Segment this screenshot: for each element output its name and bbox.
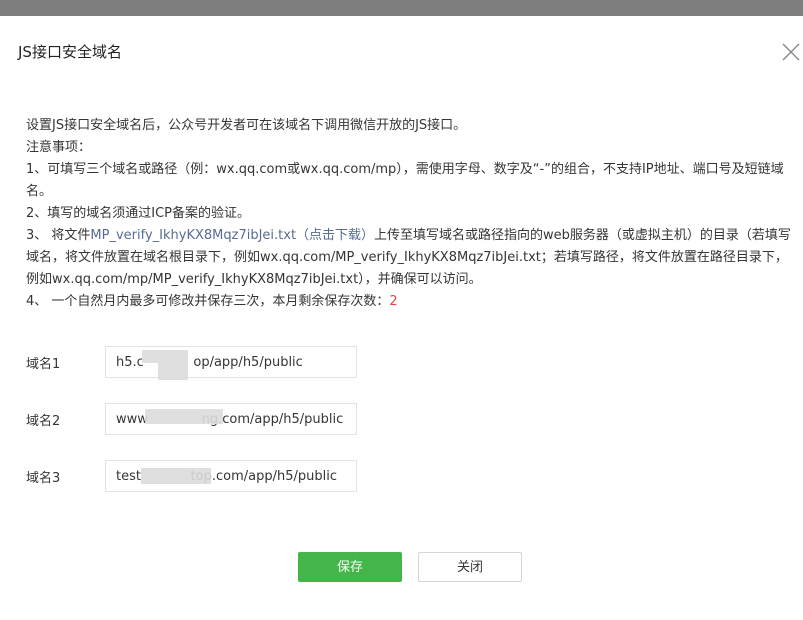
- notes-heading: 注意事项：: [26, 140, 92, 155]
- domain-row-1: 域名1: [26, 346, 366, 380]
- dialog-title: JS接口安全域名: [18, 43, 122, 61]
- redaction-mask: [141, 468, 211, 484]
- domain-input-2[interactable]: [105, 403, 357, 435]
- notes-item-3-prefix: 3、 将文件: [26, 228, 91, 243]
- notes-item-2: 2、填写的域名须通过ICP备案的验证。: [26, 206, 251, 221]
- domain-row-2: 域名2: [26, 403, 366, 435]
- page: JS接口安全域名 设置JS接口安全域名后，公众号开发者可在该域名下调用微信开放的…: [0, 0, 803, 620]
- close-button[interactable]: 关闭: [418, 552, 522, 582]
- notes-item-1: 1、可填写三个域名或路径（例：wx.qq.com或wx.qq.com/mp），需…: [26, 162, 784, 199]
- redaction-mask: [158, 362, 188, 380]
- domain-label-3: 域名3: [26, 471, 61, 486]
- close-icon[interactable]: [780, 41, 802, 63]
- notes-item-4: 4、 一个自然月内最多可修改并保存三次，本月剩余保存次数：2: [26, 291, 792, 313]
- domain-label-2: 域名2: [26, 414, 61, 429]
- notes-intro: 设置JS接口安全域名后，公众号开发者可在该域名下调用微信开放的JS接口。: [26, 118, 467, 133]
- domain-row-3: 域名3: [26, 460, 366, 492]
- remaining-save-count: 2: [389, 294, 398, 309]
- modal-backdrop: [0, 0, 803, 16]
- domain-label-1: 域名1: [26, 357, 61, 372]
- js-domain-dialog: JS接口安全域名 设置JS接口安全域名后，公众号开发者可在该域名下调用微信开放的…: [0, 16, 803, 620]
- notes-section: 设置JS接口安全域名后，公众号开发者可在该域名下调用微信开放的JS接口。 注意事…: [26, 115, 792, 313]
- save-button[interactable]: 保存: [298, 552, 402, 582]
- verify-file-download-link[interactable]: MP_verify_IkhyKX8Mqz7ibJei.txt（点击下载）: [90, 228, 374, 243]
- notes-item-3: 3、 将文件MP_verify_IkhyKX8Mqz7ibJei.txt（点击下…: [26, 225, 792, 291]
- redaction-mask: [145, 409, 223, 424]
- notes-item-4-prefix: 4、 一个自然月内最多可修改并保存三次，本月剩余保存次数：: [26, 294, 390, 309]
